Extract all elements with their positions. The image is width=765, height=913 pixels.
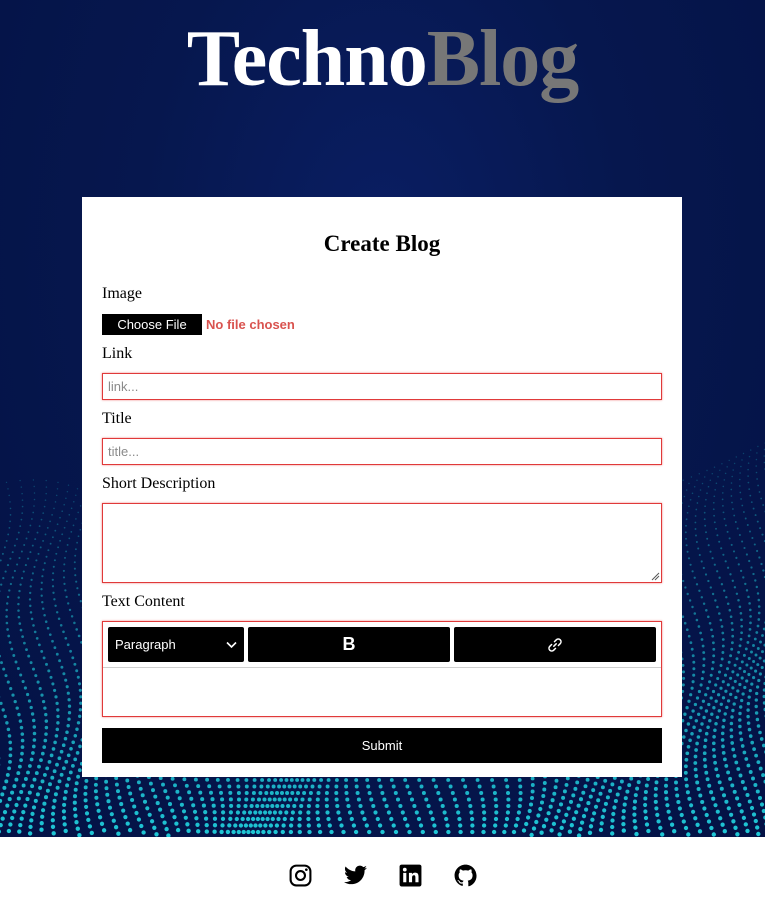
- title-label: Title: [102, 410, 132, 427]
- bold-button[interactable]: B: [248, 627, 450, 662]
- link-icon: [548, 637, 562, 652]
- block-format-value: Paragraph: [115, 637, 176, 652]
- github-icon[interactable]: [453, 863, 478, 888]
- create-blog-form: Create Blog Image Choose File No file ch…: [82, 197, 682, 777]
- short-description-textarea[interactable]: [102, 503, 662, 583]
- form-title: Create Blog: [323, 231, 441, 256]
- rich-text-editor: Paragraph B: [102, 621, 662, 717]
- title-input[interactable]: [102, 438, 662, 465]
- logo-blog: Blog: [426, 15, 580, 103]
- editor-content-area[interactable]: [103, 668, 661, 716]
- link-button[interactable]: [454, 627, 656, 662]
- instagram-icon[interactable]: [288, 863, 313, 888]
- editor-toolbar: Paragraph B: [103, 622, 661, 668]
- linkedin-icon[interactable]: [398, 863, 423, 888]
- footer: [0, 837, 765, 913]
- block-format-select[interactable]: Paragraph: [108, 627, 244, 662]
- site-logo[interactable]: TechnoBlog: [0, 14, 765, 104]
- logo-techno: Techno: [186, 15, 428, 103]
- twitter-icon[interactable]: [343, 863, 368, 888]
- link-label: Link: [102, 345, 133, 362]
- file-status: No file chosen: [206, 317, 295, 332]
- choose-file-button[interactable]: Choose File: [102, 314, 202, 335]
- short-description-label: Short Description: [102, 475, 216, 492]
- resize-grip-icon[interactable]: [651, 572, 660, 581]
- submit-button[interactable]: Submit: [102, 728, 662, 763]
- file-input: Choose File No file chosen: [102, 314, 662, 335]
- image-label: Image: [102, 285, 142, 302]
- link-input[interactable]: [102, 373, 662, 400]
- chevron-down-icon: [226, 641, 237, 648]
- text-content-label: Text Content: [102, 593, 185, 610]
